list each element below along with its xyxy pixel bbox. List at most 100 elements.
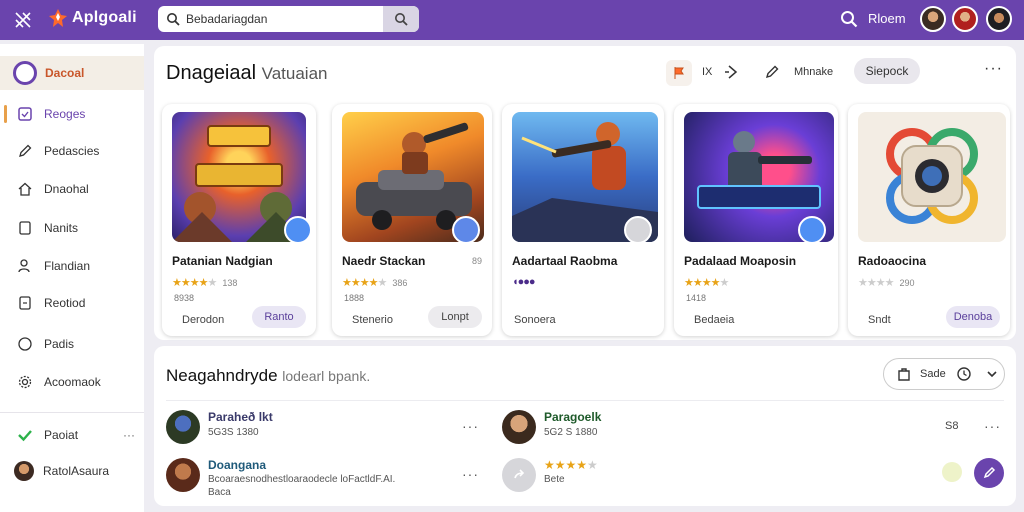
more-options-icon[interactable]: ···: [123, 428, 135, 442]
game-card[interactable]: Padalaad Moaposin ★★★★★ 1418 Bedaeia: [674, 104, 838, 336]
divider: [0, 412, 144, 413]
square-icon: [18, 107, 32, 121]
edit-icon: [983, 466, 996, 479]
sidebar-item-active[interactable]: Dacoal: [0, 56, 144, 90]
share-label[interactable]: Mhnake: [794, 66, 833, 78]
list-item[interactable]: Doangana Bcoaraesnodhestloaraodecle loFa…: [166, 458, 395, 498]
logo-icon: [49, 9, 67, 27]
search-input[interactable]: [186, 12, 386, 26]
sidebar-item-dnaohal[interactable]: Dnaohal: [0, 178, 144, 200]
rating-stars: ★★★★★ 386: [342, 277, 408, 289]
game-thumbnail[interactable]: [858, 112, 1006, 242]
more-options-icon[interactable]: ···: [462, 466, 479, 482]
camera-app-icon: [886, 128, 978, 224]
game-avatar: [166, 458, 200, 492]
gear-icon: [18, 375, 32, 389]
search-icon[interactable]: [840, 10, 858, 28]
pen-icon[interactable]: [764, 64, 780, 80]
circle-icon: [13, 61, 37, 85]
list-item-stat: 5G3S 1380: [208, 427, 259, 438]
game-title: Aadartaal Raobma: [512, 254, 618, 268]
rating-count: 138: [222, 278, 238, 288]
sidebar-item-pedascies[interactable]: Pedascies: [0, 140, 144, 162]
share-icon[interactable]: [724, 64, 740, 80]
game-card[interactable]: Naedr Stackan 89 ★★★★★ 386 1888 Stenerio …: [332, 104, 492, 336]
divider: [166, 400, 1004, 401]
search-bar[interactable]: [158, 6, 419, 32]
avatar[interactable]: [920, 6, 946, 32]
search-icon: [167, 13, 180, 26]
list-item[interactable]: Paraheð lkt 5G3S 1380: [166, 410, 273, 444]
section-title: Dnageiaal Vatuaian: [166, 62, 328, 85]
sort-dropdown[interactable]: Sade: [883, 358, 1005, 390]
game-card[interactable]: Aadartaal Raobma ◖●●● Sonoera: [502, 104, 664, 336]
pen-icon: [19, 144, 32, 157]
sidebar-item-reotiod[interactable]: Reotiod: [0, 292, 144, 314]
sidebar-item-nanits[interactable]: Nanits: [0, 217, 144, 239]
clock-icon: [957, 367, 971, 381]
flag-button[interactable]: [666, 60, 692, 86]
user-name[interactable]: Rloem: [868, 11, 906, 26]
sidebar-item-reoges[interactable]: Reoges: [0, 103, 144, 125]
sidebar-item-label: Flandian: [44, 259, 91, 273]
search-button[interactable]: [383, 6, 419, 32]
game-meta: 8938: [174, 293, 195, 303]
sidebar-item-label: Reoges: [44, 107, 86, 121]
avatar: [14, 461, 34, 481]
game-title: Patanian Nadgian: [172, 254, 273, 268]
home-icon: [18, 182, 32, 196]
play-button[interactable]: Lonpt: [428, 306, 482, 328]
sidebar-item-label: Acoomaok: [44, 375, 101, 389]
share-circle-icon: [502, 458, 536, 492]
more-options-icon[interactable]: ···: [984, 60, 1003, 78]
list-item-meta: Baca: [208, 487, 231, 498]
sidebar: Dacoal Reoges Pedascies Dnaohal Nanits F…: [0, 44, 144, 512]
tag-label: IX: [702, 66, 713, 78]
sidebar-item-paoiat[interactable]: Paoiat ···: [0, 424, 144, 446]
menu-grid-icon[interactable]: [14, 11, 32, 29]
sort-button[interactable]: Siepock: [854, 58, 920, 84]
app-logo[interactable]: Aplgoali: [48, 8, 137, 28]
list-item-meta: Bete: [544, 474, 565, 485]
list-item[interactable]: Paragoelk 5G2 S 1880: [502, 410, 601, 444]
section-title-text: Neagahndryde: [166, 366, 278, 385]
lock-icon[interactable]: [942, 462, 962, 482]
game-card[interactable]: Radoaocina ★★★★ 290 Sndt Denoba: [848, 104, 1010, 336]
more-options-icon[interactable]: ···: [984, 418, 1001, 434]
sidebar-item-label: Pedascies: [44, 144, 100, 158]
sidebar-item-acoomaok[interactable]: Acoomaok: [0, 371, 144, 393]
action-button[interactable]: [974, 458, 1004, 488]
bag-icon: [898, 368, 910, 381]
rating-stars: ★★★★ 290: [858, 277, 915, 289]
rating-stars: ★★★★★: [684, 277, 729, 289]
app-name: Aplgoali: [72, 9, 137, 26]
top-bar: Aplgoali Rloem: [0, 0, 1024, 40]
sort-label: Sade: [920, 368, 946, 380]
rating-dots: ◖●●●: [512, 276, 536, 288]
section-title: Neagahndryde lodearl bpank.: [166, 366, 370, 386]
sidebar-item-label: Reotiod: [44, 296, 86, 310]
section-title-text: Dnageiaal: [166, 62, 257, 84]
doc-icon: [19, 221, 31, 235]
search-icon: [395, 13, 408, 26]
more-options-icon[interactable]: ···: [462, 418, 479, 434]
list-item-title: Paragoelk: [544, 410, 602, 424]
list-item-title: Doangana: [208, 458, 267, 472]
list-item-stat: Bcoaraesnodhestloaraodecle loFactldF.AI.: [208, 474, 396, 485]
avatar[interactable]: [986, 6, 1012, 32]
section-subtitle: Vatuaian: [261, 64, 328, 83]
sidebar-item-padis[interactable]: Padis: [0, 333, 144, 355]
sidebar-item-profile[interactable]: RatolAsaura: [0, 460, 144, 482]
sidebar-item-label: Dacoal: [45, 66, 85, 80]
list-item[interactable]: ★★★★★ Bete: [502, 458, 598, 492]
avatar[interactable]: [952, 6, 978, 32]
sidebar-item-flandian[interactable]: Flandian: [0, 255, 144, 277]
game-card[interactable]: Patanian Nadgian ★★★★★ 138 8938 Derodon R…: [162, 104, 316, 336]
rating-stars: ★★★★★: [544, 458, 598, 472]
game-developer: Bedaeia: [694, 314, 735, 326]
play-button[interactable]: Ranto: [252, 306, 306, 328]
check-icon: [18, 430, 32, 442]
play-button[interactable]: Denoba: [946, 306, 1000, 328]
sidebar-item-label: Dnaohal: [44, 182, 89, 196]
verified-badge-icon: [452, 216, 480, 244]
